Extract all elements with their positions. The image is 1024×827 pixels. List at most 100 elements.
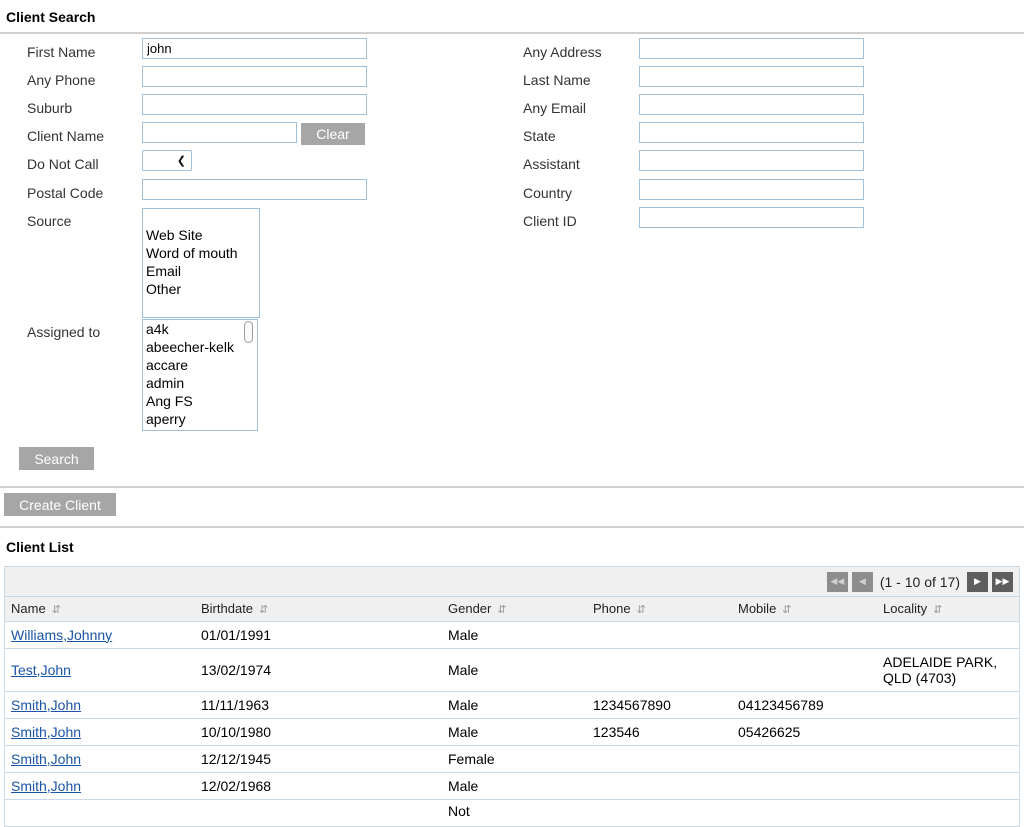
any-address-input[interactable] bbox=[639, 38, 864, 59]
do-not-call-label: Do Not Call bbox=[27, 156, 99, 172]
state-input[interactable] bbox=[639, 122, 864, 143]
col-birthdate-header[interactable]: Birthdate ⇵ bbox=[195, 597, 442, 622]
last-page-icon[interactable]: ▶▶ bbox=[992, 571, 1013, 592]
last-name-label: Last Name bbox=[523, 72, 591, 88]
source-option[interactable]: Other bbox=[146, 280, 256, 298]
col-birthdate-label: Birthdate bbox=[201, 601, 254, 617]
country-input[interactable] bbox=[639, 179, 864, 200]
any-address-label: Any Address bbox=[523, 44, 602, 60]
gender-cell: Female bbox=[442, 745, 587, 773]
table-row[interactable]: Smith,John 11/11/1963 Male 1234567890 04… bbox=[5, 691, 1019, 719]
phone-cell bbox=[587, 799, 732, 827]
birthdate-cell: 12/12/1945 bbox=[195, 745, 442, 773]
source-listbox[interactable]: Web Site Word of mouth Email Other bbox=[142, 208, 260, 318]
client-search-form: First Name Any Phone Suburb Client Name … bbox=[0, 34, 1024, 488]
mobile-cell bbox=[732, 621, 877, 649]
birthdate-cell: 01/01/1991 bbox=[195, 621, 442, 649]
create-client-bar: Create Client bbox=[0, 488, 1024, 528]
last-name-input[interactable] bbox=[639, 66, 864, 87]
chevron-down-icon: ❮ bbox=[176, 155, 186, 167]
any-phone-label: Any Phone bbox=[27, 72, 96, 88]
prev-page-icon[interactable]: ◀ bbox=[851, 571, 873, 592]
source-option[interactable]: Word of mouth bbox=[146, 244, 256, 262]
country-label: Country bbox=[523, 185, 573, 201]
gender-cell: Male bbox=[442, 691, 587, 719]
locality-cell bbox=[877, 691, 1019, 719]
mobile-cell: 05426625 bbox=[732, 718, 877, 746]
table-row[interactable]: Test,John 13/02/1974 Male ADELAIDE PARK,… bbox=[5, 648, 1019, 692]
assigned-to-listbox[interactable]: a4k abeecher-kelk accare admin Ang FS ap… bbox=[142, 319, 258, 431]
any-phone-input[interactable] bbox=[142, 66, 367, 87]
col-gender-header[interactable]: Gender ⇵ bbox=[442, 597, 587, 622]
client-name-link[interactable]: Smith,John bbox=[11, 697, 81, 713]
assistant-input[interactable] bbox=[639, 150, 864, 171]
gender-cell: Male bbox=[442, 772, 587, 800]
client-name-link[interactable]: Smith,John bbox=[11, 751, 81, 767]
assigned-to-option[interactable]: abeecher-kelk bbox=[146, 338, 254, 356]
gender-cell: Not bbox=[442, 799, 587, 827]
assistant-label: Assistant bbox=[523, 156, 580, 172]
table-row[interactable]: Not bbox=[5, 799, 1019, 827]
source-label: Source bbox=[27, 213, 72, 229]
gender-cell: Male bbox=[442, 718, 587, 746]
client-list-table: Name ⇵ Birthdate ⇵ Gender ⇵ Phone ⇵ Mobile ⇵ … bbox=[5, 597, 1019, 827]
sort-icon: ⇵ bbox=[636, 604, 646, 617]
sort-icon: ⇵ bbox=[51, 604, 61, 617]
col-phone-label: Phone bbox=[593, 601, 631, 617]
col-mobile-header[interactable]: Mobile ⇵ bbox=[732, 597, 877, 622]
client-name-link[interactable]: Smith,John bbox=[11, 724, 81, 740]
phone-cell bbox=[587, 648, 732, 692]
any-email-input[interactable] bbox=[639, 94, 864, 115]
assigned-to-option[interactable]: admin bbox=[146, 374, 254, 392]
create-client-button[interactable]: Create Client bbox=[4, 493, 116, 516]
assigned-to-option[interactable]: Ang FS bbox=[146, 392, 254, 410]
table-row[interactable]: Williams,Johnny 01/01/1991 Male bbox=[5, 621, 1019, 649]
sort-icon: ⇵ bbox=[782, 604, 792, 617]
col-locality-label: Locality bbox=[883, 601, 928, 617]
sort-icon: ⇵ bbox=[259, 604, 269, 617]
client-list-table-wrap: ◀◀ ◀ (1 - 10 of 17) ▶ ▶▶ Name ⇵ Birthdate… bbox=[4, 566, 1020, 827]
phone-cell bbox=[587, 745, 732, 773]
mobile-cell: 04123456789 bbox=[732, 691, 877, 719]
listbox-scrollbar[interactable] bbox=[244, 321, 253, 343]
birthdate-cell: 11/11/1963 bbox=[195, 691, 442, 719]
table-row[interactable]: Smith,John 12/02/1968 Male bbox=[5, 772, 1019, 800]
postal-code-input[interactable] bbox=[142, 179, 367, 200]
assigned-to-option[interactable]: a4k bbox=[146, 320, 254, 338]
col-name-header[interactable]: Name ⇵ bbox=[5, 597, 195, 622]
sort-icon: ⇵ bbox=[497, 604, 507, 617]
search-button[interactable]: Search bbox=[19, 447, 94, 470]
client-name-link[interactable]: Smith,John bbox=[11, 778, 81, 794]
source-option[interactable]: Web Site bbox=[146, 226, 256, 244]
phone-cell: 1234567890 bbox=[587, 691, 732, 719]
first-name-label: First Name bbox=[27, 44, 96, 60]
locality-cell bbox=[877, 718, 1019, 746]
source-option[interactable]: Email bbox=[146, 262, 256, 280]
first-page-icon[interactable]: ◀◀ bbox=[826, 571, 848, 592]
mobile-cell bbox=[732, 745, 877, 773]
client-name-input[interactable] bbox=[142, 122, 297, 143]
locality-cell bbox=[877, 621, 1019, 649]
assigned-to-option[interactable]: accare bbox=[146, 356, 254, 374]
first-name-input[interactable] bbox=[142, 38, 367, 59]
assigned-to-option[interactable]: aperry bbox=[146, 410, 254, 428]
mobile-cell bbox=[732, 648, 877, 692]
locality-cell bbox=[877, 745, 1019, 773]
suburb-input[interactable] bbox=[142, 94, 367, 115]
next-page-icon[interactable]: ▶ bbox=[967, 571, 988, 592]
table-row[interactable]: Smith,John 10/10/1980 Male 123546 054266… bbox=[5, 718, 1019, 746]
mobile-cell bbox=[732, 799, 877, 827]
client-id-label: Client ID bbox=[523, 213, 577, 229]
do-not-call-select[interactable]: ❮ bbox=[142, 150, 192, 171]
client-id-input[interactable] bbox=[639, 207, 864, 228]
phone-cell: 123546 bbox=[587, 718, 732, 746]
locality-cell: ADELAIDE PARK, QLD (4703) bbox=[877, 648, 1019, 692]
col-mobile-label: Mobile bbox=[738, 601, 777, 617]
locality-cell bbox=[877, 772, 1019, 800]
table-row[interactable]: Smith,John 12/12/1945 Female bbox=[5, 745, 1019, 773]
client-name-link[interactable]: Test,John bbox=[11, 662, 71, 678]
clear-button[interactable]: Clear bbox=[301, 123, 365, 145]
col-phone-header[interactable]: Phone ⇵ bbox=[587, 597, 732, 622]
client-name-link[interactable]: Williams,Johnny bbox=[11, 627, 112, 643]
col-locality-header[interactable]: Locality ⇵ bbox=[877, 597, 1019, 622]
